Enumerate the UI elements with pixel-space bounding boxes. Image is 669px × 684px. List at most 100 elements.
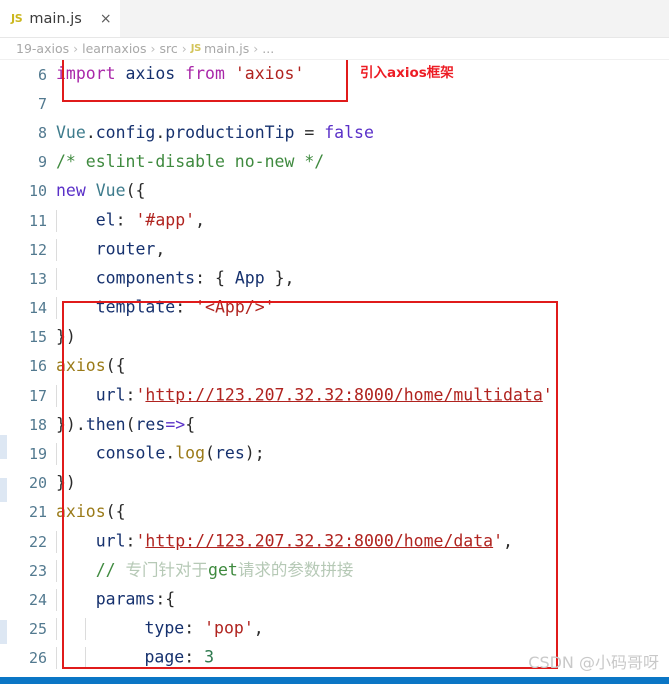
breadcrumb-item-0[interactable]: 19-axios (16, 41, 69, 56)
code-token: new (56, 181, 86, 201)
csdn-watermark: CSDN @小码哥呀 (528, 653, 659, 672)
code-text: }).then(res=>{ (56, 414, 195, 434)
line-number: 20 (28, 474, 47, 493)
code-token: // (75, 560, 126, 580)
code-token: : (125, 531, 136, 551)
code-token: ( (205, 443, 215, 463)
code-line[interactable]: 9 /* eslint-disable no-new */ (0, 148, 669, 177)
code-text: axios({ (56, 502, 126, 522)
code-line[interactable]: 18}).then(res=>{ (0, 410, 669, 439)
code-token: false (324, 122, 374, 142)
code-line[interactable]: 10 new Vue({ (0, 177, 669, 206)
code-token: ' (135, 531, 146, 551)
code-line[interactable]: 13 components: { App }, (0, 264, 669, 293)
code-token: }, (264, 268, 295, 288)
code-token: url (75, 385, 126, 405)
code-token: axios (56, 356, 106, 376)
breadcrumb: 19-axios › learnaxios › src › JS main.js… (0, 38, 669, 60)
code-line[interactable]: 23 // 专门针对于get请求的参数拼接 (0, 556, 669, 585)
code-token: res (214, 443, 245, 463)
line-number: 19 (28, 445, 47, 464)
code-token: . (85, 122, 96, 142)
code-token: Vue (56, 122, 86, 142)
line-number: 8 (37, 123, 47, 142)
code-token: type (104, 618, 185, 638)
code-line[interactable]: 12 router, (0, 235, 669, 264)
breadcrumb-item-3[interactable]: main.js (204, 41, 249, 56)
code-token: then (85, 414, 126, 434)
code-text: page: 3 (56, 647, 214, 670)
code-line[interactable]: 14 template: '<App/>' (0, 294, 669, 323)
code-text: router, (56, 238, 166, 261)
code-token: console (75, 443, 166, 463)
code-line[interactable]: 16 axios({ (0, 352, 669, 381)
code-text: new Vue({ (56, 181, 145, 201)
line-number: 17 (28, 386, 47, 405)
code-lines: 6 import axios from 'axios' 7 8 Vue.config.p… (0, 60, 669, 679)
code-token: template (75, 297, 176, 317)
code-token: ({ (105, 502, 126, 522)
code-line[interactable]: 8 Vue.config.productionTip = false (0, 118, 669, 147)
breadcrumb-separator-icon: › (181, 41, 187, 56)
code-text: url: 'http://123.207.32.32:8000/home/mult… (56, 384, 553, 407)
code-token: => (165, 414, 186, 434)
breadcrumb-item-2[interactable]: src (159, 41, 177, 56)
code-token: from (185, 64, 225, 84)
code-token: . (155, 122, 166, 142)
code-token: ( (125, 414, 136, 434)
code-line[interactable]: 25 type: 'pop', (0, 615, 669, 644)
code-line[interactable]: 7 (0, 89, 669, 118)
code-line[interactable]: 11 el: '#app', (0, 206, 669, 235)
line-number: 7 (37, 94, 47, 113)
code-token[interactable]: http://123.207.32.32:8000/home/data (145, 531, 493, 550)
code-token: }) (56, 472, 76, 492)
code-text: axios({ (56, 356, 126, 376)
code-token: url (75, 531, 126, 551)
code-text: import axios from 'axios' (56, 66, 304, 83)
code-text: url:'http://123.207.32.32:8000/home/data… (56, 530, 513, 553)
line-number: 11 (28, 211, 47, 230)
code-token: 'axios' (234, 64, 305, 84)
code-token: : (125, 385, 136, 405)
code-line[interactable]: 21 axios({ (0, 498, 669, 527)
code-line[interactable]: 22 url:'http://123.207.32.32:8000/home/d… (0, 527, 669, 556)
code-token[interactable]: http://123.207.32.32:8000/home/multidata (145, 385, 542, 404)
tab-main-js[interactable]: JS main.js × (0, 0, 120, 37)
code-token: components (75, 268, 196, 288)
code-token: ' (493, 531, 504, 551)
line-number: 25 (28, 620, 47, 639)
code-line[interactable]: 15}) (0, 323, 669, 352)
tab-label: main.js (29, 10, 82, 27)
code-token: :{ (155, 589, 176, 609)
breadcrumb-item-4[interactable]: ... (262, 41, 274, 56)
code-text: }) (56, 328, 76, 346)
close-icon[interactable]: × (100, 12, 112, 26)
js-file-icon: JS (190, 43, 202, 54)
code-line[interactable]: 24 params:{ (0, 585, 669, 614)
code-token: , (155, 239, 166, 259)
status-bar (0, 677, 669, 684)
code-line[interactable]: 6 import axios from 'axios' (0, 60, 669, 89)
breadcrumb-separator-icon: › (150, 41, 156, 56)
code-editor[interactable]: 6 import axios from 'axios' 7 8 Vue.config.p… (0, 60, 669, 679)
breadcrumb-item-1[interactable]: learnaxios (82, 41, 146, 56)
annotation-label-import: 引入axios框架 (360, 65, 454, 81)
code-line[interactable]: 20}) (0, 469, 669, 498)
js-file-icon: JS (11, 12, 23, 25)
code-token: ); (244, 443, 265, 463)
code-line[interactable]: 17 url: 'http://123.207.32.32:8000/home/m… (0, 381, 669, 410)
line-number: 24 (28, 590, 47, 609)
code-token: }). (56, 414, 86, 434)
code-line[interactable]: 19 console.log(res); (0, 439, 669, 468)
code-token: ' (542, 385, 553, 405)
code-token: , (195, 210, 206, 230)
